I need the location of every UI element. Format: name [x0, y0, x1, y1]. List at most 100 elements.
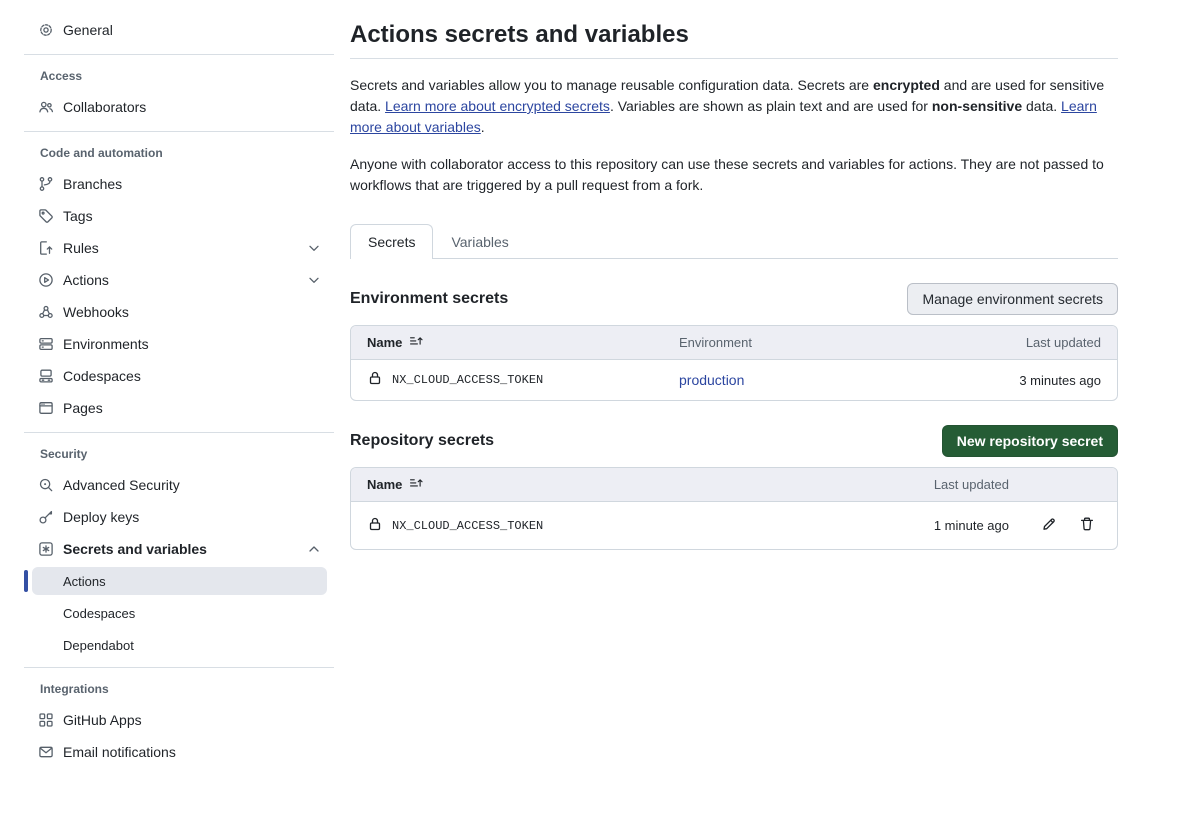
- sidebar-item-pages[interactable]: Pages: [0, 392, 334, 424]
- environment-secrets-section: Environment secrets Manage environment s…: [350, 283, 1118, 401]
- sidebar-item-label: Environments: [63, 336, 149, 352]
- sidebar-item-label: Email notifications: [63, 744, 176, 760]
- sidebar-item-label: General: [63, 22, 113, 38]
- tag-icon: [38, 208, 54, 224]
- server-icon: [38, 336, 54, 352]
- intro-text: data.: [1022, 98, 1061, 114]
- sidebar-divider: [24, 54, 334, 55]
- sidebar-item-label: GitHub Apps: [63, 712, 142, 728]
- lock-icon: [367, 370, 383, 390]
- repository-secrets-table: Name Last updated NX_CLOUD_ACCESS_TOKEN: [350, 467, 1118, 550]
- delete-secret-button[interactable]: [1073, 512, 1101, 540]
- page-header: Actions secrets and variables: [350, 20, 1118, 59]
- sidebar-item-label: Actions: [63, 272, 109, 288]
- environment-secrets-heading: Environment secrets: [350, 290, 508, 308]
- sidebar-subitem-codespaces[interactable]: Codespaces: [32, 599, 327, 627]
- intro-text: .: [481, 119, 485, 135]
- edit-secret-button[interactable]: [1035, 512, 1063, 540]
- table-row: NX_CLOUD_ACCESS_TOKEN production 3 minut…: [351, 360, 1117, 400]
- sidebar-item-secrets-and-variables[interactable]: Secrets and variables: [0, 533, 334, 565]
- sidebar-subitem-label: Dependabot: [63, 638, 134, 653]
- sidebar-item-github-apps[interactable]: GitHub Apps: [0, 704, 334, 736]
- manage-environment-secrets-button[interactable]: Manage environment secrets: [907, 283, 1118, 315]
- sidebar-section-integrations: Integrations: [0, 676, 334, 704]
- sidebar-item-label: Secrets and variables: [63, 541, 207, 557]
- intro-paragraph: Secrets and variables allow you to manag…: [350, 75, 1118, 138]
- table-header-row: Name Environment Last updated: [351, 326, 1117, 360]
- sidebar-divider: [24, 432, 334, 433]
- settings-sidebar: General Access Collaborators Code and au…: [0, 0, 334, 768]
- sidebar-section-security: Security: [0, 441, 334, 469]
- column-label: Name: [367, 335, 402, 350]
- intro-text: . Variables are shown as plain text and …: [610, 98, 932, 114]
- browser-icon: [38, 400, 54, 416]
- sidebar-item-label: Deploy keys: [63, 509, 139, 525]
- sidebar-item-webhooks[interactable]: Webhooks: [0, 296, 334, 328]
- table-row: NX_CLOUD_ACCESS_TOKEN 1 minute ago: [351, 502, 1117, 549]
- sort-ascending-icon: [409, 334, 423, 351]
- codespaces-icon: [38, 368, 54, 384]
- mail-icon: [38, 744, 54, 760]
- sort-ascending-icon: [409, 476, 423, 493]
- sidebar-section-access: Access: [0, 63, 334, 91]
- intro-bold-non-sensitive: non-sensitive: [932, 98, 1022, 114]
- sidebar-item-tags[interactable]: Tags: [0, 200, 334, 232]
- sidebar-item-label: Advanced Security: [63, 477, 180, 493]
- sidebar-item-label: Rules: [63, 240, 99, 256]
- sidebar-divider: [24, 131, 334, 132]
- tab-variables[interactable]: Variables: [433, 224, 526, 259]
- last-updated-text: 1 minute ago: [859, 518, 1009, 533]
- column-header-name[interactable]: Name: [367, 476, 859, 493]
- sidebar-subitem-dependabot[interactable]: Dependabot: [32, 631, 327, 659]
- new-repository-secret-button[interactable]: New repository secret: [942, 425, 1118, 457]
- play-circle-icon: [38, 272, 54, 288]
- secret-name-text: NX_CLOUD_ACCESS_TOKEN: [392, 373, 543, 387]
- sidebar-item-label: Collaborators: [63, 99, 146, 115]
- secrets-variables-tabnav: Secrets Variables: [350, 223, 1118, 259]
- sidebar-item-general[interactable]: General: [0, 14, 334, 46]
- sidebar-item-rules[interactable]: Rules: [0, 232, 334, 264]
- gear-icon: [38, 22, 54, 38]
- codescan-icon: [38, 477, 54, 493]
- main-content: Actions secrets and variables Secrets an…: [350, 0, 1118, 768]
- sidebar-item-actions[interactable]: Actions: [0, 264, 334, 296]
- sidebar-item-deploy-keys[interactable]: Deploy keys: [0, 501, 334, 533]
- intro-text: Secrets and variables allow you to manag…: [350, 77, 873, 93]
- intro-bold-encrypted: encrypted: [873, 77, 940, 93]
- chevron-up-icon: [306, 541, 322, 557]
- secret-name-text: NX_CLOUD_ACCESS_TOKEN: [392, 519, 543, 533]
- sidebar-item-advanced-security[interactable]: Advanced Security: [0, 469, 334, 501]
- git-branch-icon: [38, 176, 54, 192]
- lock-icon: [367, 516, 383, 536]
- sidebar-subitem-label: Actions: [63, 574, 106, 589]
- people-icon: [38, 99, 54, 115]
- sidebar-subitem-actions[interactable]: Actions: [32, 567, 327, 595]
- column-header-last-updated: Last updated: [859, 477, 1009, 492]
- column-header-last-updated: Last updated: [941, 335, 1101, 350]
- sidebar-item-label: Pages: [63, 400, 103, 416]
- environment-link[interactable]: production: [679, 372, 744, 388]
- column-header-environment: Environment: [679, 335, 941, 350]
- asterisk-box-icon: [38, 541, 54, 557]
- repository-secrets-section: Repository secrets New repository secret…: [350, 425, 1118, 550]
- sidebar-item-label: Codespaces: [63, 368, 141, 384]
- webhook-icon: [38, 304, 54, 320]
- sidebar-divider: [24, 667, 334, 668]
- table-header-row: Name Last updated: [351, 468, 1117, 502]
- sidebar-subitem-label: Codespaces: [63, 606, 135, 621]
- tab-secrets[interactable]: Secrets: [350, 224, 433, 259]
- chevron-down-icon: [306, 272, 322, 288]
- key-icon: [38, 509, 54, 525]
- sidebar-item-email-notifications[interactable]: Email notifications: [0, 736, 334, 768]
- pencil-icon: [1041, 516, 1057, 535]
- sidebar-item-codespaces[interactable]: Codespaces: [0, 360, 334, 392]
- link-learn-encrypted-secrets[interactable]: Learn more about encrypted secrets: [385, 98, 610, 114]
- page-title: Actions secrets and variables: [350, 20, 1118, 50]
- sidebar-item-branches[interactable]: Branches: [0, 168, 334, 200]
- column-header-name[interactable]: Name: [367, 334, 679, 351]
- sidebar-section-code-automation: Code and automation: [0, 140, 334, 168]
- sidebar-item-label: Tags: [63, 208, 93, 224]
- sidebar-item-environments[interactable]: Environments: [0, 328, 334, 360]
- sidebar-item-collaborators[interactable]: Collaborators: [0, 91, 334, 123]
- column-label: Name: [367, 477, 402, 492]
